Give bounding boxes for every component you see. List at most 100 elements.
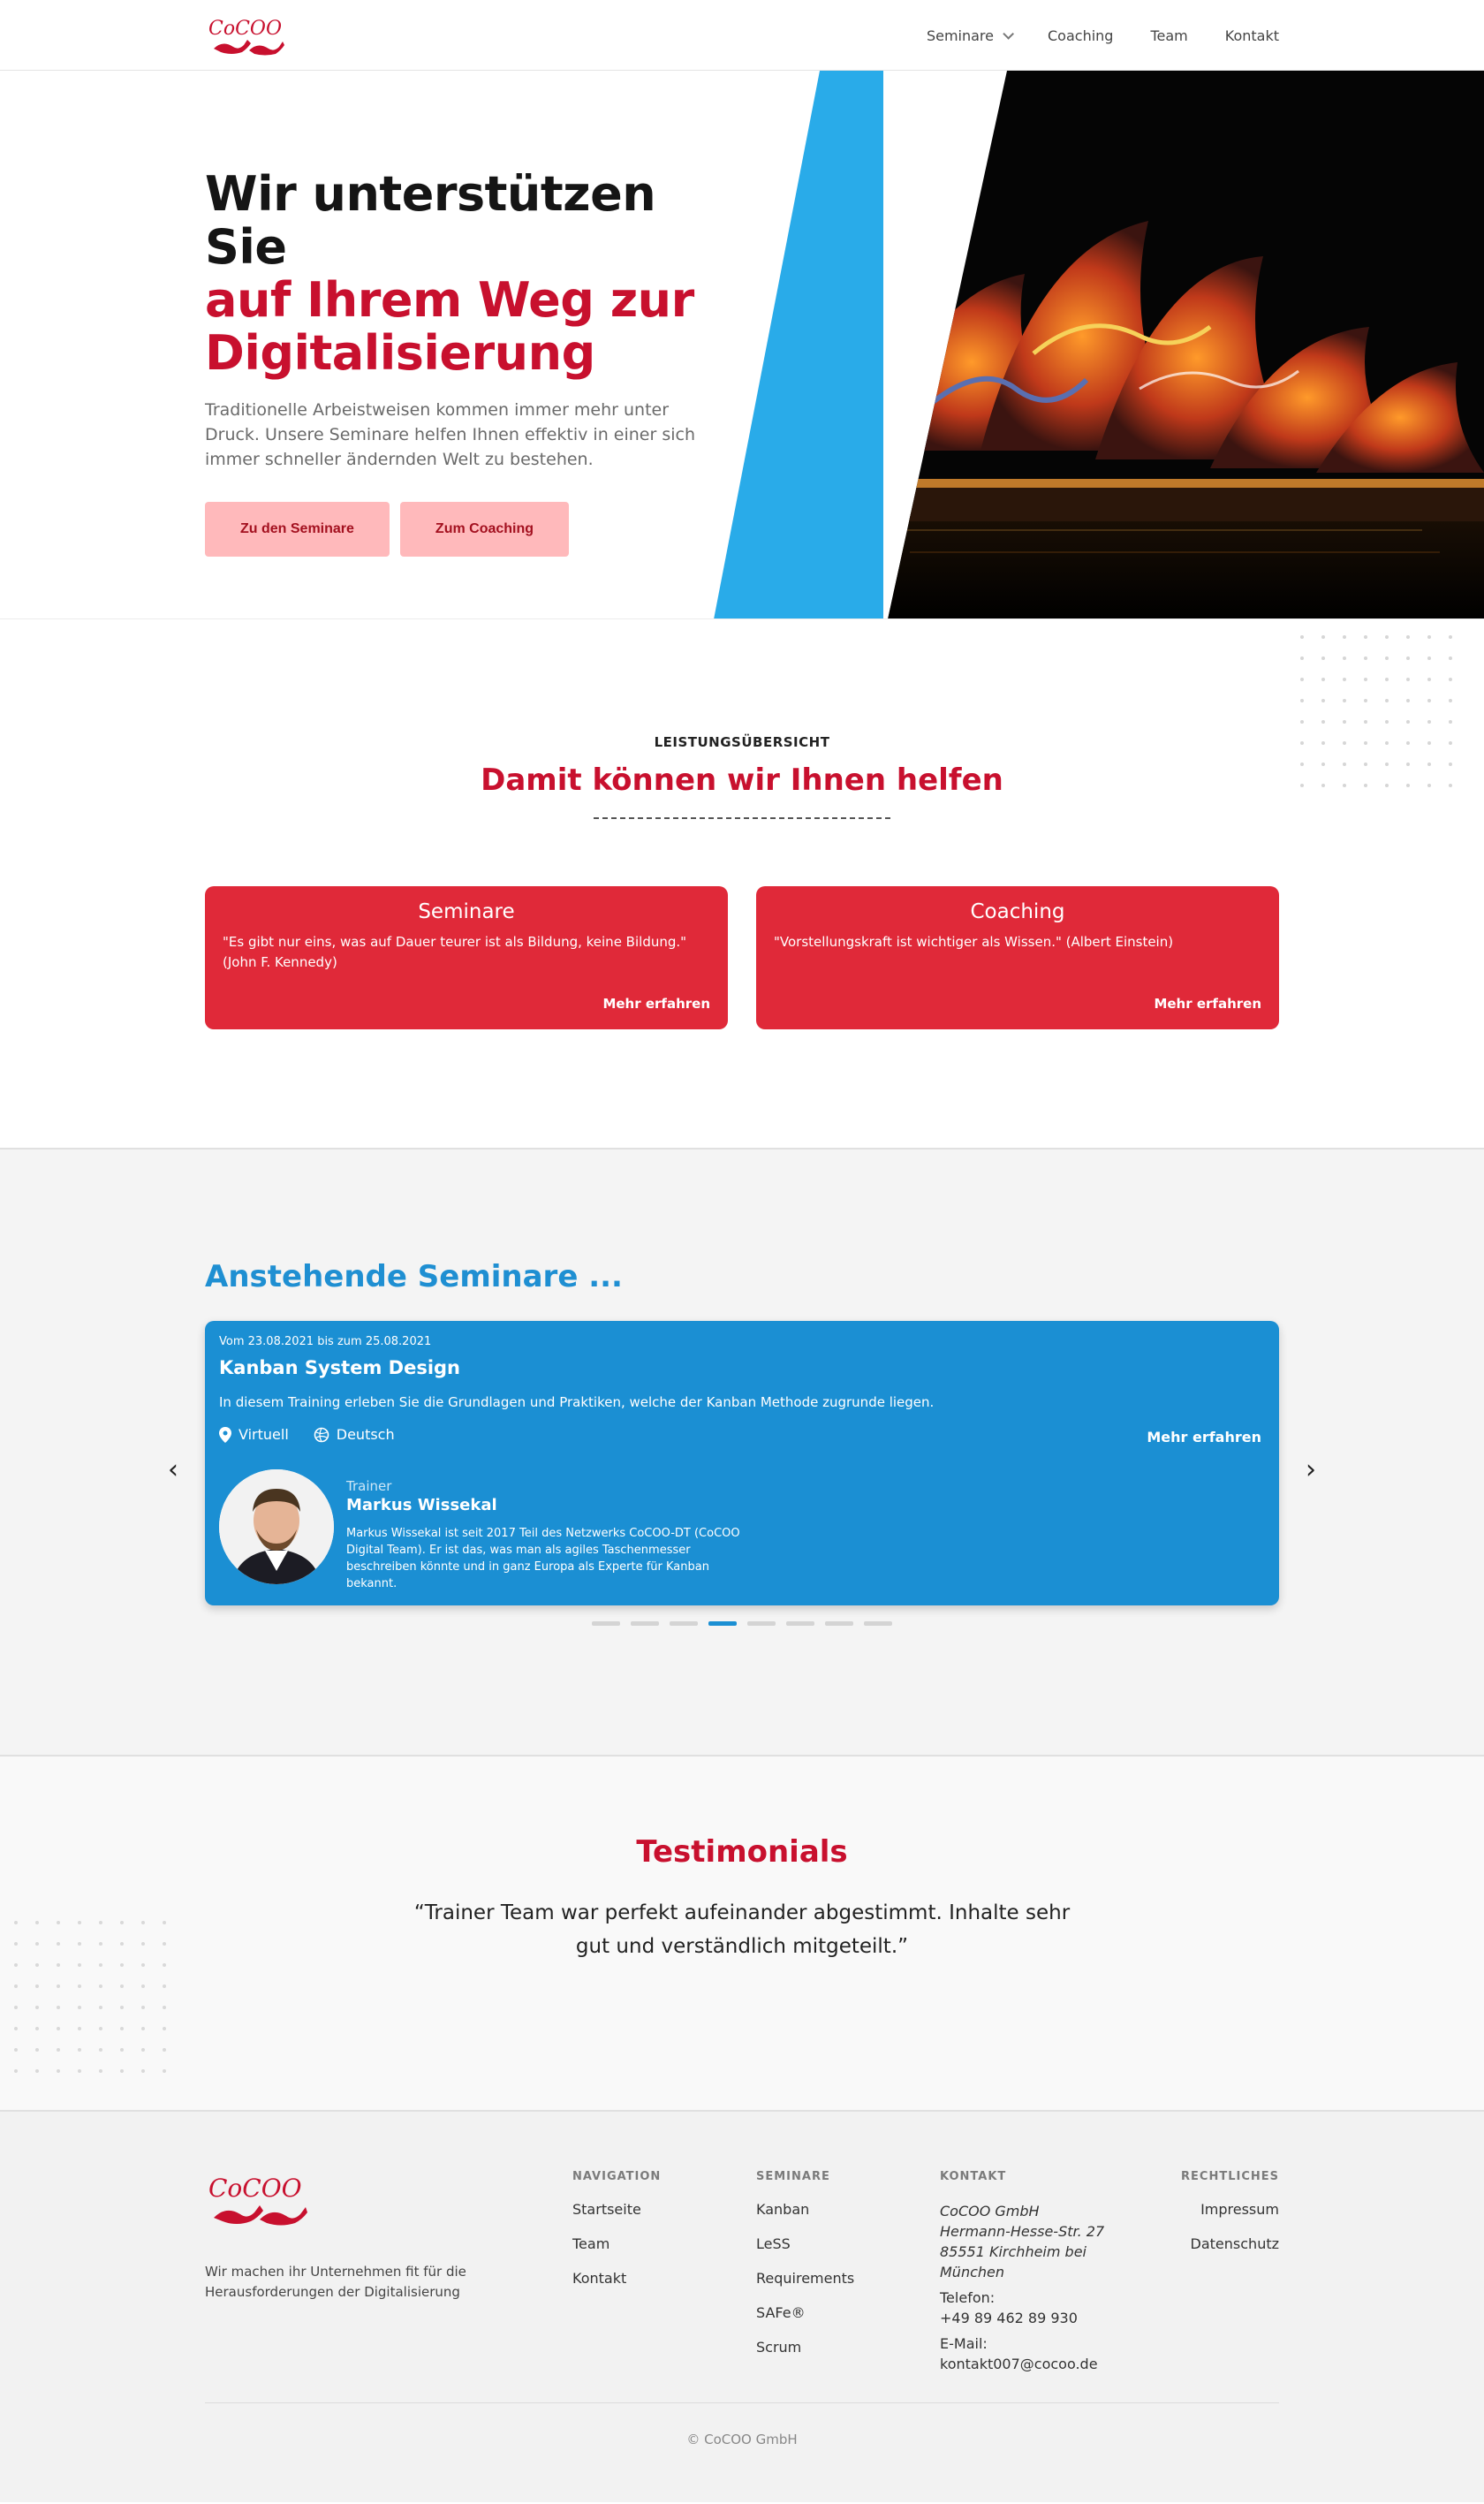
testimonials-section: Testimonials “Trainer Team war perfekt a… [0,1757,1484,2110]
footer-link-kanban[interactable]: Kanban [756,2201,940,2218]
card-title: Coaching [970,900,1065,923]
footer-brand: CoCOO Wir machen ihr Unternehmen fit für… [205,2170,572,2379]
hero-title-line1: Wir unterstützen Sie [205,166,656,275]
trainer-block: Trainer Markus Wissekal Markus Wissekal … [219,1469,1265,1592]
footer-navigation: NAVIGATION Startseite Team Kontakt [572,2170,756,2379]
footer-address: CoCOO GmbH Hermann-Hesse-Str. 27 85551 K… [940,2201,1124,2282]
hero-subtitle: Traditionelle Arbeistweisen kommen immer… [205,400,696,469]
trainer-avatar [219,1469,334,1584]
pager-dot[interactable] [864,1621,892,1626]
footer-link-startseite[interactable]: Startseite [572,2201,756,2218]
pager-dot-active[interactable] [708,1621,737,1626]
menu-item-kontakt[interactable]: Kontakt [1225,27,1279,44]
seminar-location: Virtuell [219,1426,289,1443]
testimonials-title: Testimonials [636,1834,848,1870]
footer-link-team[interactable]: Team [572,2235,756,2252]
globe-icon [314,1427,329,1442]
footer-link-less[interactable]: LeSS [756,2235,940,2252]
trainer-role: Trainer [346,1478,392,1494]
service-card-seminare[interactable]: Seminare "Es gibt nur eins, was auf Daue… [205,886,728,1029]
mehr-erfahren-link[interactable]: Mehr erfahren [1154,996,1261,1012]
pager-dot[interactable] [592,1621,620,1626]
footer-link-safe[interactable]: SAFe® [756,2304,940,2321]
testimonial-quote: “Trainer Team war perfekt aufeinander ab… [413,1901,1071,1958]
location-label: Virtuell [238,1426,289,1443]
hero-image-opera-house [804,71,1484,618]
footer-heading: NAVIGATION [572,2170,662,2183]
email-link[interactable]: kontakt007@cocoo.de [940,2354,1124,2374]
footer-heading: KONTAKT [940,2170,1007,2183]
svg-text:CoCOO: CoCOO [208,18,282,40]
services-section: LEISTUNGSÜBERSICHT Damit können wir Ihne… [0,619,1484,1148]
carousel-next-arrow-icon[interactable]: › [1306,1454,1316,1485]
footer-kontakt: KONTAKT CoCOO GmbH Hermann-Hesse-Str. 27… [940,2170,1124,2379]
decorative-dots [14,1921,166,2073]
location-pin-icon [219,1426,231,1443]
footer-link-requirements[interactable]: Requirements [756,2270,940,2287]
dashed-divider [594,817,890,819]
mehr-erfahren-link[interactable]: Mehr erfahren [602,996,710,1012]
carousel-pager [205,1621,1279,1626]
company-name: CoCOO GmbH [940,2203,1040,2219]
upcoming-seminars-section: Anstehende Seminare ... ‹ › Vom 23.08.20… [0,1148,1484,1757]
trainer-info: Trainer Markus Wissekal Markus Wissekal … [346,1469,744,1592]
footer-link-scrum[interactable]: Scrum [756,2339,940,2356]
pager-dot[interactable] [786,1621,814,1626]
service-cards: Seminare "Es gibt nur eins, was auf Daue… [205,886,1279,1029]
seminar-mehr-erfahren-link[interactable]: Mehr erfahren [1147,1429,1261,1445]
hero-title-line2: auf Ihrem Weg zur Digitalisierung [205,272,694,381]
seminars-title: Anstehende Seminare ... [205,1259,623,1294]
card-quote: "Es gibt nur eins, was auf Dauer teurer … [223,934,687,970]
seminar-card[interactable]: Vom 23.08.2021 bis zum 25.08.2021 Kanban… [205,1321,1279,1605]
top-navigation: CoCOO Seminare Coaching Team Kontakt [0,0,1484,71]
footer-link-impressum[interactable]: Impressum [1124,2201,1279,2218]
footer-link-datenschutz[interactable]: Datenschutz [1124,2235,1279,2252]
footer-tagline: Wir machen ihr Unternehmen fit für die H… [205,2264,466,2300]
menu-item-coaching[interactable]: Coaching [1048,27,1113,44]
menu-item-team[interactable]: Team [1150,27,1187,44]
footer-contact: Telefon: +49 89 462 89 930 E-Mail: konta… [940,2288,1124,2374]
seminar-date: Vom 23.08.2021 bis zum 25.08.2021 [219,1335,432,1348]
cocoo-logo[interactable]: CoCOO [205,13,286,57]
service-card-coaching[interactable]: Coaching "Vorstellungskraft ist wichtige… [756,886,1279,1029]
footer-link-kontakt[interactable]: Kontakt [572,2270,756,2287]
seminar-description: In diesem Training erleben Sie die Grund… [219,1394,935,1410]
menu-item-label: Seminare [926,27,994,44]
pager-dot[interactable] [631,1621,659,1626]
card-title: Seminare [418,900,515,923]
hero-section: Wir unterstützen Sie auf Ihrem Weg zur D… [0,71,1484,619]
carousel-prev-arrow-icon[interactable]: ‹ [168,1454,178,1485]
seminar-language: Deutsch [314,1426,395,1443]
pager-dot[interactable] [825,1621,853,1626]
footer-divider [205,2402,1279,2403]
footer: CoCOO Wir machen ihr Unternehmen fit für… [0,2110,1484,2502]
footer-heading: SEMINARE [756,2170,830,2183]
trainer-bio: Markus Wissekal ist seit 2017 Teil des N… [346,1527,740,1590]
hero-title: Wir unterstützen Sie auf Ihrem Weg zur D… [205,168,717,380]
trainer-name: Markus Wissekal [346,1496,497,1514]
phone-number[interactable]: +49 89 462 89 930 [940,2308,1124,2328]
seminar-name: Kanban System Design [219,1357,460,1378]
footer-kangaroo-logo-icon: CoCOO [208,2174,307,2226]
coaching-cta-button[interactable]: Zum Coaching [399,502,570,557]
card-quote: "Vorstellungskraft ist wichtiger als Wis… [774,934,1174,950]
kangaroo-logo-icon: CoCOO [208,18,284,56]
svg-text:CoCOO: CoCOO [208,2174,302,2203]
footer-heading: RECHTLICHES [1181,2170,1279,2183]
chevron-down-icon [1003,27,1014,40]
seminare-cta-button[interactable]: Zu den Seminare [205,502,390,557]
section-kicker: LEISTUNGSÜBERSICHT [654,734,830,750]
footer-rechtliches: RECHTLICHES Impressum Datenschutz [1124,2170,1279,2379]
language-label: Deutsch [336,1426,395,1443]
email-label: E-Mail: [940,2335,988,2352]
main-menu: Seminare Coaching Team Kontakt [927,27,1279,44]
menu-item-seminare[interactable]: Seminare [926,27,1014,44]
decorative-dots [1300,635,1452,787]
street: Hermann-Hesse-Str. 27 [940,2223,1105,2240]
pager-dot[interactable] [747,1621,776,1626]
footer-seminare: SEMINARE Kanban LeSS Requirements SAFe® … [756,2170,940,2379]
phone-label: Telefon: [940,2289,996,2306]
hero-buttons: Zu den Seminare Zum Coaching [205,502,717,557]
section-title: Damit können wir Ihnen helfen [481,763,1003,798]
pager-dot[interactable] [670,1621,698,1626]
